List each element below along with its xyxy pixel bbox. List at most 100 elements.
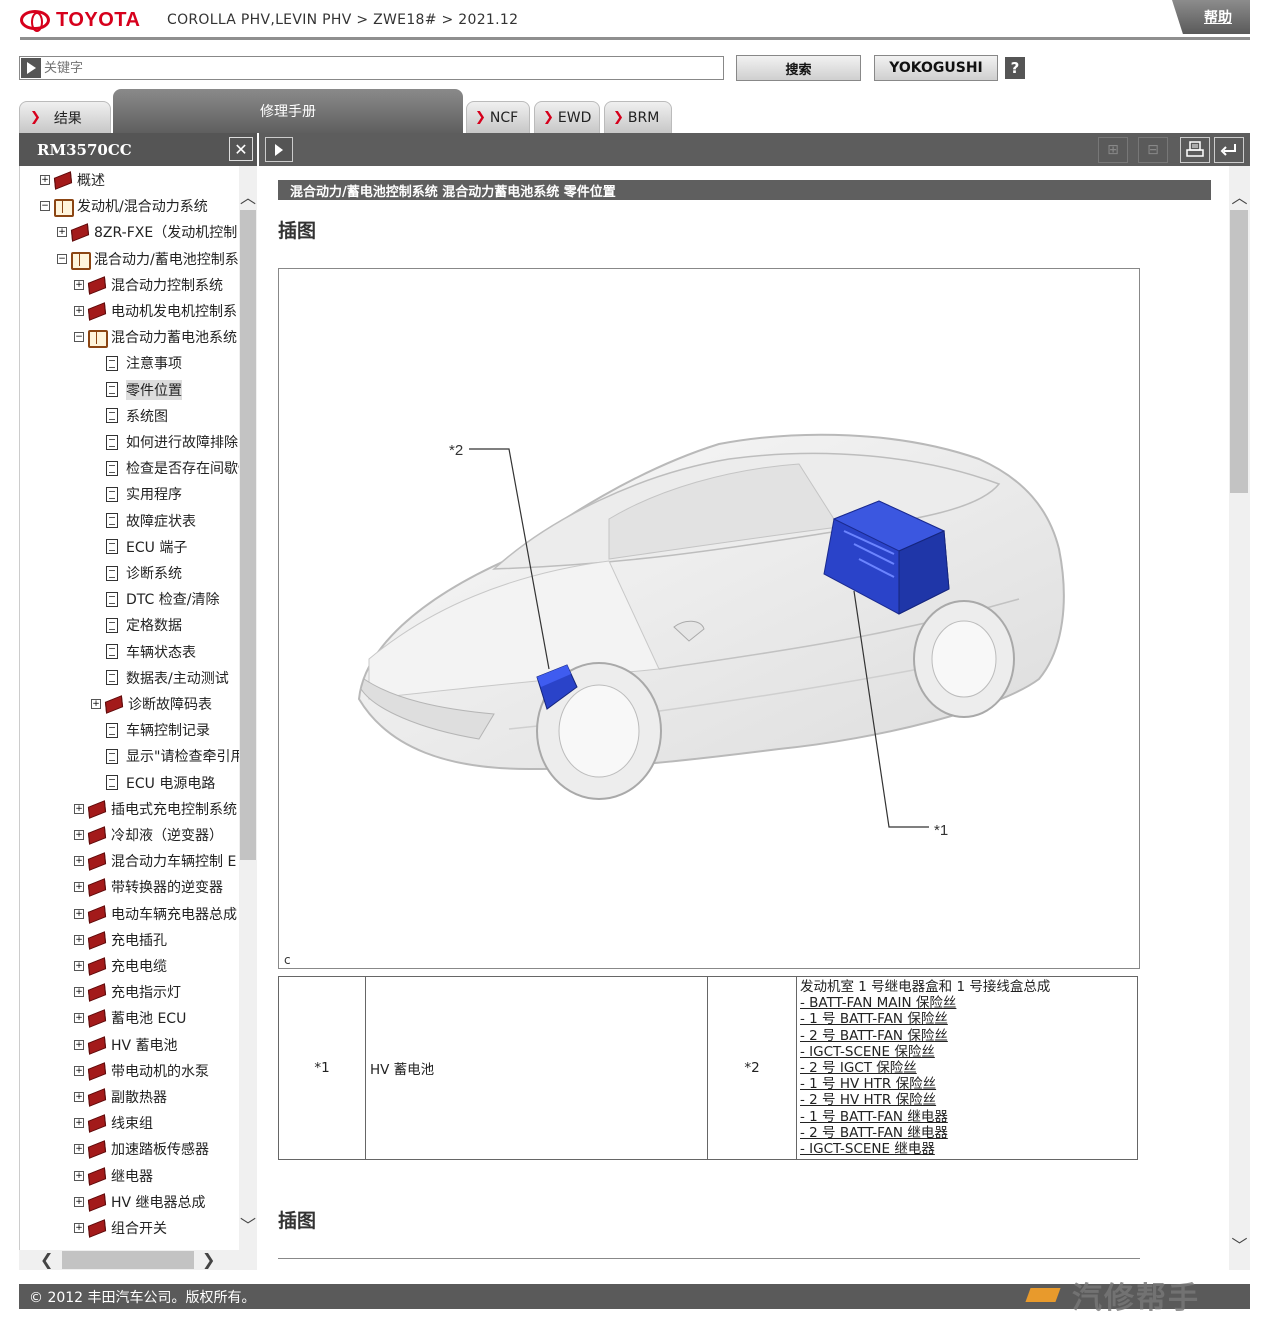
tab-ncf[interactable]: ❯ NCF bbox=[466, 101, 530, 133]
tree-item[interactable]: 实用程序 bbox=[106, 481, 182, 507]
expand-toggle-icon[interactable]: + bbox=[74, 306, 84, 316]
tree-item[interactable]: + 组合开关 bbox=[74, 1215, 167, 1241]
tab-repair-manual[interactable]: 修理手册 bbox=[113, 89, 463, 133]
tab-ewd[interactable]: ❯ EWD bbox=[534, 101, 600, 133]
legend-line[interactable]: - 2 号 BATT-FAN 保险丝 bbox=[800, 1028, 1134, 1044]
tree-item[interactable]: + 充电插孔 bbox=[74, 927, 167, 953]
legend-line[interactable]: - 2 号 IGCT 保险丝 bbox=[800, 1060, 1134, 1076]
tree-item[interactable]: 如何进行故障排除 bbox=[106, 429, 238, 455]
expand-toggle-icon[interactable]: + bbox=[57, 227, 67, 238]
tree-item[interactable]: + 加速踏板传感器 bbox=[74, 1136, 209, 1162]
expand-toggle-icon[interactable]: + bbox=[74, 961, 84, 971]
tree-item[interactable]: + 副散热器 bbox=[74, 1084, 167, 1110]
tree-item[interactable]: + 充电电缆 bbox=[74, 953, 167, 979]
tree-item[interactable]: 故障症状表 bbox=[106, 508, 196, 534]
back-icon[interactable] bbox=[1214, 137, 1244, 163]
tree-hscroll-thumb[interactable] bbox=[62, 1251, 194, 1269]
tree-item[interactable]: − 混合动力蓄电池系统 bbox=[74, 324, 237, 350]
expand-toggle-icon[interactable]: + bbox=[74, 1039, 84, 1050]
tree-item[interactable]: + 概述 bbox=[40, 167, 105, 193]
expand-toggle-icon[interactable]: + bbox=[74, 1013, 84, 1024]
help-link[interactable]: 帮助 bbox=[1172, 0, 1250, 34]
tree-item[interactable]: + 充电指示灯 bbox=[74, 979, 181, 1005]
close-icon[interactable]: ✕ bbox=[229, 137, 253, 161]
collapse-toggle-icon[interactable]: − bbox=[74, 332, 84, 343]
tree-item[interactable]: 车辆状态表 bbox=[106, 639, 196, 665]
tree-item[interactable]: 显示"请检查牵引用蓄 bbox=[106, 743, 239, 769]
content-scroll-thumb[interactable] bbox=[1230, 210, 1248, 493]
collapse-toggle-icon[interactable]: − bbox=[40, 201, 50, 212]
tree-item[interactable]: − 混合动力/蓄电池控制系 bbox=[57, 246, 239, 272]
expand-toggle-icon[interactable]: + bbox=[74, 1196, 84, 1207]
tree-item[interactable]: 定格数据 bbox=[106, 612, 182, 638]
tree-item[interactable]: + 线束组 bbox=[74, 1110, 153, 1136]
legend-line[interactable]: - IGCT-SCENE 继电器 bbox=[800, 1141, 1134, 1157]
tree-item[interactable]: + 诊断故障码表 bbox=[91, 691, 212, 717]
expand-toggle-icon[interactable]: + bbox=[74, 934, 84, 945]
expand-toggle-icon[interactable]: + bbox=[74, 803, 84, 814]
collapse-icon[interactable]: ⊟ bbox=[1138, 137, 1168, 163]
tree-item[interactable]: DTC 检查/清除 bbox=[106, 586, 219, 612]
expand-toggle-icon[interactable]: + bbox=[74, 882, 84, 893]
toggle-panel-button[interactable] bbox=[265, 137, 293, 162]
expand-toggle-icon[interactable]: + bbox=[91, 699, 101, 709]
expand-toggle-icon[interactable]: + bbox=[40, 175, 50, 185]
tree-item[interactable]: 注意事项 bbox=[106, 350, 182, 376]
print-icon[interactable] bbox=[1180, 137, 1210, 163]
tree-item[interactable]: +8ZR-FXE（发动机控制 bbox=[57, 219, 237, 245]
tree-item[interactable]: + 混合动力控制系统 bbox=[74, 272, 223, 298]
scroll-down-icon[interactable]: ﹀ bbox=[1229, 1232, 1250, 1256]
tree-item[interactable]: 车辆控制记录 bbox=[106, 717, 210, 743]
collapse-toggle-icon[interactable]: − bbox=[57, 253, 67, 264]
tree-item[interactable]: 零件位置 bbox=[106, 377, 182, 403]
tree-item[interactable]: + 带转换器的逆变器 bbox=[74, 874, 223, 900]
scroll-up-icon[interactable]: ︿ bbox=[239, 184, 257, 208]
tree-scroll-thumb[interactable] bbox=[240, 210, 256, 860]
legend-line[interactable]: - IGCT-SCENE 保险丝 bbox=[800, 1044, 1134, 1060]
tree-item[interactable]: 诊断系统 bbox=[106, 560, 182, 586]
expand-toggle-icon[interactable]: + bbox=[74, 1092, 84, 1102]
tree-item[interactable]: + 冷却液（逆变器） bbox=[74, 822, 223, 848]
expand-toggle-icon[interactable]: + bbox=[74, 1118, 84, 1129]
tree-item[interactable]: + HV 蓄电池 bbox=[74, 1032, 178, 1058]
help-question-icon[interactable]: ? bbox=[1005, 57, 1025, 79]
tree-item[interactable]: + HV 继电器总成 bbox=[74, 1189, 206, 1215]
tree-item[interactable]: + 混合动力车辆控制 E bbox=[74, 848, 236, 874]
tree-item[interactable]: 检查是否存在间歇性 bbox=[106, 455, 239, 481]
scroll-up-icon[interactable]: ︿ bbox=[1229, 184, 1250, 208]
scroll-right-icon[interactable]: ❯ bbox=[202, 1250, 215, 1269]
expand-toggle-icon[interactable]: + bbox=[74, 987, 84, 998]
expand-icon[interactable]: ⊞ bbox=[1098, 137, 1128, 163]
expand-toggle-icon[interactable]: + bbox=[74, 279, 84, 290]
expand-toggle-icon[interactable]: + bbox=[74, 908, 84, 919]
expand-toggle-icon[interactable]: + bbox=[74, 830, 84, 840]
tree-item[interactable]: + 蓄电池 ECU bbox=[74, 1005, 186, 1031]
tree-item[interactable]: 数据表/主动测试 bbox=[106, 665, 229, 691]
tree-item[interactable]: + 带电动机的水泵 bbox=[74, 1058, 209, 1084]
search-button[interactable]: 搜索 bbox=[736, 55, 861, 81]
scroll-down-icon[interactable]: ﹀ bbox=[239, 1212, 257, 1236]
tree-item[interactable]: ECU 端子 bbox=[106, 534, 187, 560]
expand-toggle-icon[interactable]: + bbox=[74, 1144, 84, 1155]
tree-item[interactable]: + 继电器 bbox=[74, 1163, 153, 1189]
expand-toggle-icon[interactable]: + bbox=[74, 1223, 84, 1233]
expand-toggle-icon[interactable]: + bbox=[74, 1170, 84, 1181]
tab-brm[interactable]: ❯ BRM bbox=[604, 101, 672, 133]
scroll-left-icon[interactable]: ❮ bbox=[40, 1250, 53, 1269]
tab-results[interactable]: ❯ 结果 bbox=[19, 101, 111, 133]
tree-item[interactable]: + 插电式充电控制系统 bbox=[74, 796, 237, 822]
legend-line[interactable]: - 2 号 BATT-FAN 继电器 bbox=[800, 1125, 1134, 1141]
tree-item[interactable]: 系统图 bbox=[106, 403, 168, 429]
legend-line[interactable]: - 2 号 HV HTR 保险丝 bbox=[800, 1092, 1134, 1108]
expand-toggle-icon[interactable]: + bbox=[74, 1065, 84, 1076]
legend-line[interactable]: - 1 号 BATT-FAN 继电器 bbox=[800, 1109, 1134, 1125]
search-input[interactable] bbox=[41, 58, 723, 78]
yokogushi-button[interactable]: YOKOGUSHI bbox=[874, 55, 998, 81]
tree-item[interactable]: ECU 电源电路 bbox=[106, 770, 215, 796]
tree-item[interactable]: + 电动车辆充电器总成 bbox=[74, 901, 237, 927]
legend-line[interactable]: - 1 号 BATT-FAN 保险丝 bbox=[800, 1011, 1134, 1027]
legend-line[interactable]: - 1 号 HV HTR 保险丝 bbox=[800, 1076, 1134, 1092]
tree-item[interactable]: − 发动机/混合动力系统 bbox=[40, 193, 208, 219]
tree-item[interactable]: + 电动机发电机控制系 bbox=[74, 298, 237, 324]
expand-toggle-icon[interactable]: + bbox=[74, 856, 84, 867]
